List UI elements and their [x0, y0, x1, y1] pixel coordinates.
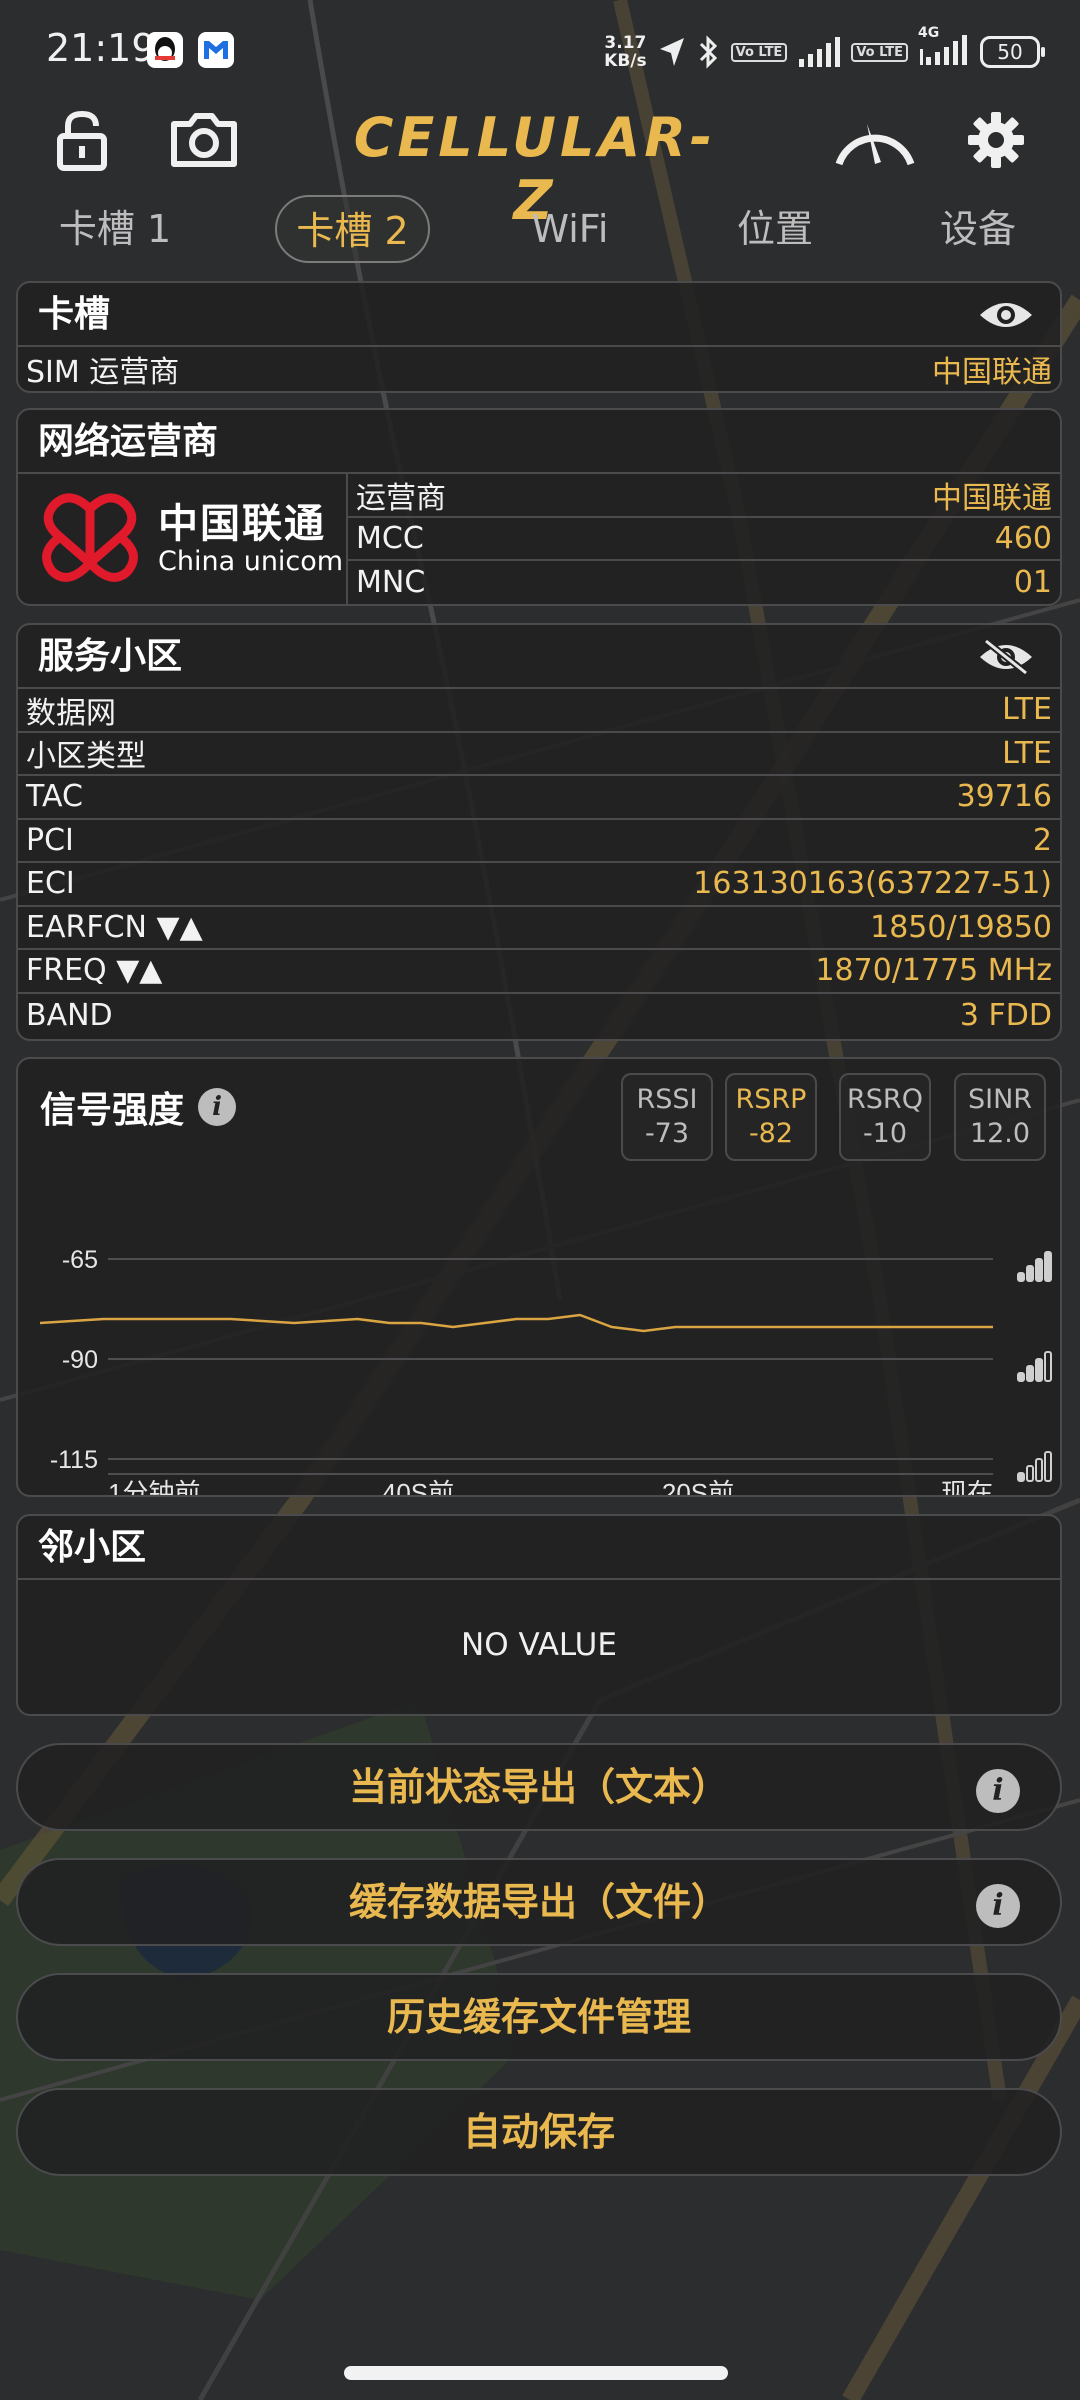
cell-type-row: 小区类型 LTE: [18, 733, 1060, 776]
status-time: 21:19: [46, 26, 156, 70]
tab-bar: 卡槽 1 卡槽 2 WiFi 位置 设备: [0, 195, 1080, 265]
x-tick-label: 1分钟前: [108, 1478, 200, 1497]
signal-info-icon[interactable]: i: [198, 1088, 237, 1126]
tab-slot-1[interactable]: 卡槽 1: [40, 195, 190, 263]
tab-device[interactable]: 设备: [918, 195, 1038, 263]
status-icons: 3.17 KB/s Vo LTE Vo LTE 4G 50: [604, 25, 1045, 74]
neighbor-empty-text: NO VALUE: [461, 1627, 617, 1663]
signal-title: 信号强度 i: [40, 1081, 237, 1133]
mnc-row: MNC 01: [356, 565, 1052, 601]
y-tick-label: -90: [62, 1346, 98, 1374]
x-tick-label: 20S前: [662, 1478, 734, 1497]
sim-operator-row: SIM 运营商 中国联通: [26, 354, 1052, 390]
signal-bars-icon: [799, 37, 841, 67]
signal-chart: -65 -90 -115 1分钟前 40S前 20S前 现在: [39, 1246, 1052, 1497]
signal-level-icon: [1017, 1251, 1052, 1282]
neighbor-title: 邻小区: [18, 1516, 1060, 1580]
lock-icon[interactable]: [42, 100, 122, 180]
location-icon: [659, 38, 684, 66]
camera-icon[interactable]: [164, 100, 244, 180]
series-line: [39, 1313, 993, 1333]
pci-row: PCI 2: [18, 820, 1060, 863]
volte-badge: Vo LTE: [730, 42, 788, 62]
china-unicom-logo-icon: [42, 493, 138, 582]
metric-rsrq[interactable]: RSRQ -10: [839, 1073, 931, 1161]
mcc-row: MCC 460: [348, 518, 1060, 561]
volte-badge-2: Vo LTE: [851, 42, 908, 62]
x-tick-label: 40S前: [382, 1478, 454, 1497]
status-bar: 21:19 3.17 KB/s Vo LTE Vo LTE 4G 50: [0, 0, 1080, 100]
neighbor-cell-card: 邻小区 NO VALUE: [16, 1514, 1062, 1716]
y-tick-label: -65: [62, 1246, 98, 1274]
x-tick-label: 现在: [941, 1478, 993, 1497]
export-text-button[interactable]: 当前状态导出（文本） i: [16, 1743, 1062, 1831]
earfcn-row[interactable]: EARFCN ▼▲ 1850/19850: [18, 907, 1060, 950]
qq-icon: [147, 32, 183, 68]
tab-wifi[interactable]: WiFi: [510, 195, 630, 263]
export-text-info-icon[interactable]: i: [976, 1769, 1020, 1813]
band-row: BAND 3 FDD: [26, 997, 1052, 1033]
signal-level-icon: [1017, 1451, 1052, 1482]
history-files-button[interactable]: 历史缓存文件管理: [16, 1973, 1062, 2061]
eci-row: ECI 163130163(637227-51): [18, 863, 1060, 907]
home-indicator[interactable]: [344, 2366, 728, 2380]
operator-logo: 中国联通 China unicom: [18, 474, 348, 604]
serving-cell-card: 服务小区 数据网 LTE 小区类型 LTE TAC 39716 PCI 2 ECI 163…: [16, 623, 1062, 1041]
mail-icon: [198, 32, 234, 68]
autosave-button[interactable]: 自动保存: [16, 2088, 1062, 2176]
y-tick-label: -115: [50, 1446, 98, 1474]
network-operator-card: 网络运营商 中国联通 China unicom 运营商中国联通 MCC460: [16, 408, 1062, 606]
metric-sinr[interactable]: SINR 12.0: [954, 1073, 1046, 1161]
signal-level-icon: [1017, 1351, 1052, 1382]
settings-gear-icon[interactable]: [956, 100, 1036, 180]
tab-slot-2[interactable]: 卡槽 2: [275, 195, 430, 263]
export-file-button[interactable]: 缓存数据导出（文件） i: [16, 1858, 1062, 1946]
data-network-row: 数据网 LTE: [18, 689, 1060, 733]
visibility-off-icon[interactable]: [978, 639, 1034, 675]
operator-logo-cn: 中国联通: [158, 501, 326, 547]
speed-test-icon[interactable]: [830, 100, 920, 180]
tab-location[interactable]: 位置: [715, 195, 835, 263]
net-speed: 3.17 KB/s: [604, 33, 647, 71]
slot-card: 卡槽 SIM 运营商 中国联通: [16, 281, 1062, 393]
battery-indicator: 50: [980, 36, 1045, 68]
visibility-eye-icon[interactable]: [978, 297, 1034, 333]
app-header: CELLULAR-Z: [0, 100, 1080, 232]
metric-rssi[interactable]: RSSI -73: [621, 1073, 713, 1161]
slot-card-title: 卡槽: [18, 283, 1060, 347]
operator-logo-en: China unicom: [158, 546, 344, 577]
serving-cell-title: 服务小区: [18, 625, 1060, 689]
tac-row: TAC 39716: [18, 776, 1060, 820]
network-operator-title: 网络运营商: [18, 410, 1060, 474]
signal-strength-card: 信号强度 i RSSI -73 RSRP -82 RSRQ -10 SINR 12.0 …: [16, 1057, 1062, 1497]
signal-4g-icon: 4G: [918, 25, 970, 69]
operator-row: 运营商 中国联通: [348, 474, 1060, 518]
metric-rsrp[interactable]: RSRP -82: [725, 1073, 817, 1161]
freq-row[interactable]: FREQ ▼▲ 1870/1775 MHz: [18, 950, 1060, 994]
app-logo: CELLULAR-Z: [353, 106, 717, 232]
export-file-info-icon[interactable]: i: [976, 1884, 1020, 1928]
bluetooth-icon: [699, 35, 717, 69]
